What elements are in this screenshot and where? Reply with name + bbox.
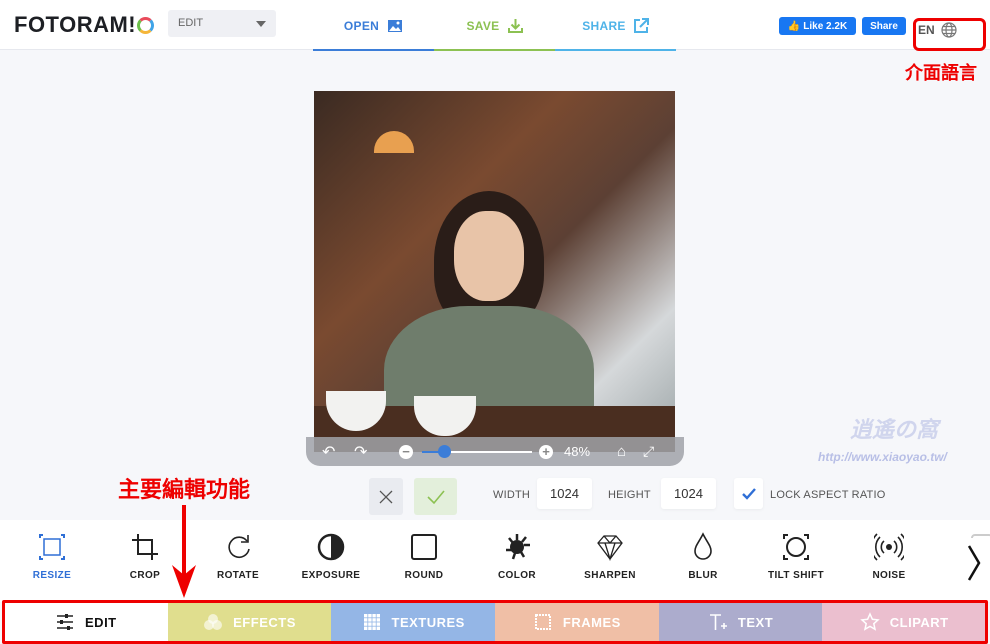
logo-text: FOTORAM! (14, 12, 137, 37)
annotation-box-bottom-bar (2, 600, 988, 644)
width-input[interactable]: 1024 (537, 478, 592, 509)
thumbs-up-icon: 👍 (787, 20, 801, 32)
cancel-button[interactable] (369, 478, 403, 515)
width-label: WIDTH (493, 489, 531, 501)
tool-label: RESIZE (32, 570, 72, 581)
tool-label: COLOR (497, 570, 537, 581)
exposure-icon (317, 533, 345, 561)
fullscreen-icon[interactable]: ⤢ (643, 443, 654, 460)
tool-label: ROTATE (216, 570, 260, 581)
check-icon (741, 487, 756, 500)
height-label: HEIGHT (608, 489, 651, 501)
tool-exposure[interactable]: EXPOSURE (285, 520, 377, 602)
lock-aspect-checkbox[interactable] (734, 478, 763, 509)
tool-round[interactable]: ROUND (378, 520, 470, 602)
lock-aspect-label: LOCK ASPECT RATIO (770, 489, 886, 501)
chevron-right-icon (967, 545, 981, 581)
tool-resize[interactable]: RESIZE (6, 520, 98, 602)
height-input[interactable]: 1024 (661, 478, 716, 509)
zoom-out-icon[interactable]: − (399, 444, 413, 459)
zoom-slider-handle[interactable] (438, 445, 451, 458)
top-header: FOTORAM! EDIT OPEN SAVE SHARE 👍 Like 2.2K… (0, 0, 990, 51)
tool-label: ROUND (404, 570, 444, 581)
tab-share-label: SHARE (582, 18, 626, 33)
fb-like-label: Like 2.2K (803, 20, 848, 32)
tool-sharpen[interactable]: SHARPEN (564, 520, 656, 602)
crop-icon (132, 534, 158, 560)
tab-share[interactable]: SHARE (555, 0, 676, 51)
noise-icon (874, 533, 904, 561)
tab-open[interactable]: OPEN (313, 0, 434, 51)
tab-save[interactable]: SAVE (434, 0, 555, 51)
redo-icon[interactable]: ↷ (354, 442, 367, 462)
zoom-slider[interactable] (422, 445, 532, 458)
fotoramio-logo[interactable]: FOTORAM! (14, 12, 155, 38)
resize-icon (39, 534, 65, 560)
zoom-level: 48% (564, 444, 591, 459)
tool-strip: RESIZE CROP ROTATE EXPOSURE ROUND COLOR SHARPE… (0, 520, 990, 602)
mode-select[interactable]: EDIT (168, 10, 276, 37)
tool-noise[interactable]: NOISE (843, 520, 935, 602)
tool-label: BLUR (688, 570, 718, 581)
logo-ring-icon (137, 16, 155, 34)
tool-label: EXPOSURE (301, 570, 361, 581)
facebook-like-button[interactable]: 👍 Like 2.2K (779, 17, 856, 35)
photo-subject-face (454, 211, 524, 301)
tab-open-underline (313, 49, 434, 51)
photo-lamp (374, 131, 414, 153)
tool-color[interactable]: COLOR (471, 520, 563, 602)
zoom-toolbar: ↶ ↷ − + 48% ⌂ ⤢ (306, 437, 684, 466)
color-splash-icon (506, 534, 530, 560)
undo-icon[interactable]: ↶ (322, 442, 335, 462)
check-icon (426, 489, 445, 504)
image-icon (388, 19, 403, 32)
rotate-icon (228, 535, 250, 558)
apply-button[interactable] (414, 478, 457, 515)
tool-blur[interactable]: BLUR (657, 520, 749, 602)
tab-save-label: SAVE (466, 18, 500, 33)
annotation-language-note: 介面語言 (905, 63, 977, 83)
zoom-in-icon[interactable]: + (539, 444, 553, 459)
watermark: 逍遙の窩 http://www.xiaoyao.tw/ (810, 412, 985, 468)
width-value: 1024 (550, 486, 579, 501)
round-icon (411, 534, 437, 560)
tab-share-underline (555, 49, 676, 51)
close-icon (379, 490, 393, 503)
annotation-main-features-note: 主要編輯功能 (118, 477, 251, 502)
annotation-arrow-icon (172, 505, 196, 598)
chevron-down-icon (256, 21, 266, 32)
height-value: 1024 (674, 486, 703, 501)
tool-tilt-shift[interactable]: TILT SHIFT (750, 520, 842, 602)
tilt-shift-icon (783, 534, 809, 560)
tool-label: SHARPEN (584, 570, 636, 581)
mode-select-value: EDIT (178, 17, 204, 29)
download-icon (507, 19, 523, 33)
home-icon[interactable]: ⌂ (617, 443, 626, 460)
fb-share-label: Share (870, 20, 898, 32)
tab-save-underline (434, 49, 555, 51)
next-tools-button[interactable] (958, 538, 990, 588)
watermark-logo: 逍遙の窩 (850, 417, 939, 442)
watermark-url: http://www.xiaoyao.tw/ (818, 450, 947, 464)
annotation-box-language (913, 18, 986, 51)
drop-icon (694, 532, 712, 560)
tool-label: CROP (129, 570, 161, 581)
tool-label: TILT SHIFT (767, 570, 825, 581)
tab-open-label: OPEN (343, 18, 380, 33)
facebook-share-button[interactable]: Share (862, 17, 906, 35)
share-icon (633, 18, 649, 33)
tool-rotate[interactable]: ROTATE (192, 520, 284, 602)
photo-canvas[interactable] (314, 91, 675, 452)
tool-label: NOISE (872, 570, 906, 581)
diamond-icon (597, 535, 623, 562)
